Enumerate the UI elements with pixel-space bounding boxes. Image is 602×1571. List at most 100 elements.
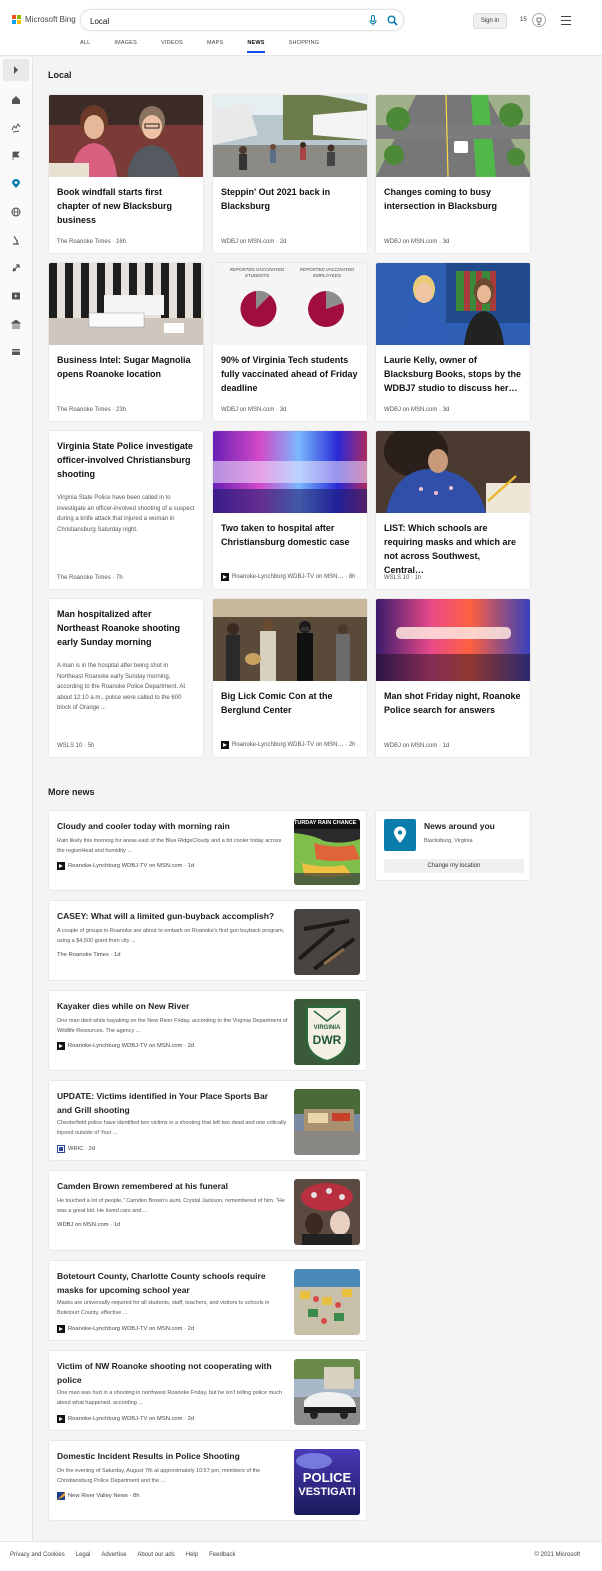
card-source: WDBJ on MSN.com · 2d (221, 239, 287, 245)
card-title[interactable]: LIST: Which schools are requiring masks … (384, 521, 522, 577)
card-title[interactable]: 90% of Virginia Tech students fully vacc… (221, 353, 359, 395)
news-list-item[interactable]: Botetourt County, Charlotte County schoo… (48, 1260, 367, 1341)
entertainment-icon[interactable] (11, 291, 21, 301)
card-title[interactable]: Book windfall starts first chapter of ne… (57, 185, 195, 227)
card-title[interactable]: Man hospitalized after Northeast Roanoke… (57, 607, 195, 649)
news-card[interactable]: Man shot Friday night, Roanoke Police se… (375, 598, 531, 758)
sign-in-button[interactable]: Sign in (473, 13, 507, 29)
card-title[interactable]: Changes coming to busy intersection in B… (384, 185, 522, 213)
news-item-source: WRIC · 2d (57, 1145, 95, 1153)
news-list-item[interactable]: Victim of NW Roanoke shooting not cooper… (48, 1350, 367, 1431)
news-card[interactable]: Book windfall starts first chapter of ne… (48, 94, 204, 254)
sidebar (0, 57, 33, 1541)
search-input[interactable] (90, 14, 330, 28)
chart-label-employees: REPORTED VACCINATED EMPLOYEES (299, 267, 355, 278)
tab-all[interactable]: ALL (80, 40, 90, 53)
sports-icon[interactable] (11, 263, 21, 273)
card-title[interactable]: Laurie Kelly, owner of Blacksburg Books,… (384, 353, 522, 395)
news-around-title: News around you (424, 821, 495, 831)
search-icon[interactable] (387, 15, 398, 26)
politics-icon[interactable] (11, 319, 21, 329)
flag-icon[interactable] (11, 151, 21, 161)
news-item-title[interactable]: Camden Brown remembered at his funeral (57, 1180, 285, 1194)
news-item-title[interactable]: Victim of NW Roanoke shooting not cooper… (57, 1360, 285, 1387)
news-item-title[interactable]: CASEY: What will a limited gun-buyback a… (57, 910, 285, 924)
news-card[interactable]: Laurie Kelly, owner of Blacksburg Books,… (375, 262, 531, 422)
source-name: The Roanoke Times (57, 407, 111, 413)
news-list-item[interactable]: UPDATE: Victims identified in Your Place… (48, 1080, 367, 1161)
source-time: 1h (414, 575, 422, 581)
news-item-description: A couple of groups in Roanoke are about … (57, 928, 285, 944)
news-item-title[interactable]: UPDATE: Victims identified in Your Place… (57, 1090, 285, 1117)
source-name: New River Valley News (68, 1493, 128, 1499)
menu-icon[interactable] (561, 16, 571, 28)
news-item-thumbnail (294, 1179, 360, 1245)
card-title[interactable]: Business Intel: Sugar Magnolia opens Roa… (57, 353, 195, 381)
copyright: © 2021 Microsoft (534, 1552, 580, 1558)
news-list-item[interactable]: Domestic Incident Results in Police Shoo… (48, 1440, 367, 1521)
news-item-source: Roanoke-Lynchburg WDBJ-TV on MSN.com · 1… (57, 862, 194, 870)
location-pin-icon (384, 819, 416, 851)
search-box[interactable] (80, 9, 404, 31)
tab-maps[interactable]: MAPS (207, 40, 223, 53)
news-item-title[interactable]: Domestic Incident Results in Police Shoo… (57, 1450, 285, 1464)
source-name: Roanoke-Lynchburg WDBJ-TV on MSN… (232, 574, 344, 580)
source-time: 1d (114, 952, 121, 958)
news-card[interactable]: Steppin' Out 2021 back in Blacksburg WDB… (212, 94, 368, 254)
news-item-title[interactable]: Cloudy and cooler today with morning rai… (57, 820, 285, 834)
card-title[interactable]: Man shot Friday night, Roanoke Police se… (384, 689, 522, 717)
card-source: Roanoke-Lynchburg WDBJ-TV on MSN… · 2h (221, 741, 356, 749)
news-list-item[interactable]: Camden Brown remembered at his funeral H… (48, 1170, 367, 1251)
news-card[interactable]: Big Lick Comic Con at the Berglund Cente… (212, 598, 368, 758)
card-source: WSLS 10 · 5h (57, 743, 95, 749)
tab-images[interactable]: IMAGES (114, 40, 137, 53)
publisher-logo-icon (57, 1145, 65, 1153)
news-item-title[interactable]: Botetourt County, Charlotte County schoo… (57, 1270, 285, 1297)
footer-link-privacy[interactable]: Privacy and Cookies (10, 1552, 65, 1558)
news-card[interactable]: Changes coming to busy intersection in B… (375, 94, 531, 254)
footer-link-advertise[interactable]: Advertise (101, 1552, 126, 1558)
source-name: WSLS 10 (384, 575, 410, 581)
footer-link-about-ads[interactable]: About our ads (137, 1552, 174, 1558)
bing-logo[interactable]: Microsoft Bing (12, 15, 76, 24)
rewards-count[interactable]: 15 (520, 17, 527, 23)
home-icon[interactable] (11, 95, 21, 105)
card-title[interactable]: Big Lick Comic Con at the Berglund Cente… (221, 689, 359, 717)
source-name: Roanoke-Lynchburg WDBJ-TV on MSN.com (68, 863, 183, 869)
location-icon[interactable] (11, 179, 21, 189)
thumbnail-text: POLICE (302, 1470, 352, 1485)
news-item-source: WDBJ on MSN.com · 1d (57, 1222, 121, 1228)
card-image (213, 431, 367, 513)
card-title[interactable]: Two taken to hospital after Christiansbu… (221, 521, 359, 549)
news-card[interactable]: Two taken to hospital after Christiansbu… (212, 430, 368, 590)
news-card[interactable]: Business Intel: Sugar Magnolia opens Roa… (48, 262, 204, 422)
footer-link-help[interactable]: Help (186, 1552, 198, 1558)
footer-link-legal[interactable]: Legal (76, 1552, 91, 1558)
source-name: Roanoke-Lynchburg WDBJ-TV on MSN.com (68, 1043, 183, 1049)
rewards-trophy-icon[interactable] (532, 13, 546, 27)
card-title[interactable]: Virginia State Police investigate office… (57, 439, 195, 481)
card-title[interactable]: Steppin' Out 2021 back in Blacksburg (221, 185, 359, 213)
tab-news[interactable]: NEWS (247, 40, 265, 53)
change-location-button[interactable]: Change my location (384, 859, 524, 873)
sidebar-toggle-button[interactable] (3, 59, 29, 81)
news-list-item[interactable]: CASEY: What will a limited gun-buyback a… (48, 900, 367, 981)
news-card[interactable]: REPORTED VACCINATED STUDENTS REPORTED VA… (212, 262, 368, 422)
us-icon[interactable] (11, 123, 21, 133)
tab-videos[interactable]: VIDEOS (161, 40, 183, 53)
news-card[interactable]: Virginia State Police investigate office… (48, 430, 204, 590)
news-card[interactable]: LIST: Which schools are requiring masks … (375, 430, 531, 590)
news-item-description: He touched a lot of people," Camden Brow… (57, 1198, 285, 1214)
news-list-item[interactable]: Kayaker dies while on New River One man … (48, 990, 367, 1071)
news-item-source: Roanoke-Lynchburg WDBJ-TV on MSN.com · 2… (57, 1415, 194, 1423)
science-icon[interactable] (11, 235, 21, 245)
globe-icon[interactable] (11, 207, 21, 217)
tab-shopping[interactable]: SHOPPING (289, 40, 320, 53)
news-item-title[interactable]: Kayaker dies while on New River (57, 1000, 285, 1014)
card-source: The Roanoke Times · 7h (57, 575, 123, 581)
microphone-icon[interactable] (369, 15, 377, 26)
news-card[interactable]: Man hospitalized after Northeast Roanoke… (48, 598, 204, 758)
news-list-item[interactable]: Cloudy and cooler today with morning rai… (48, 810, 367, 891)
footer-link-feedback[interactable]: Feedback (209, 1552, 235, 1558)
money-icon[interactable] (11, 347, 21, 357)
